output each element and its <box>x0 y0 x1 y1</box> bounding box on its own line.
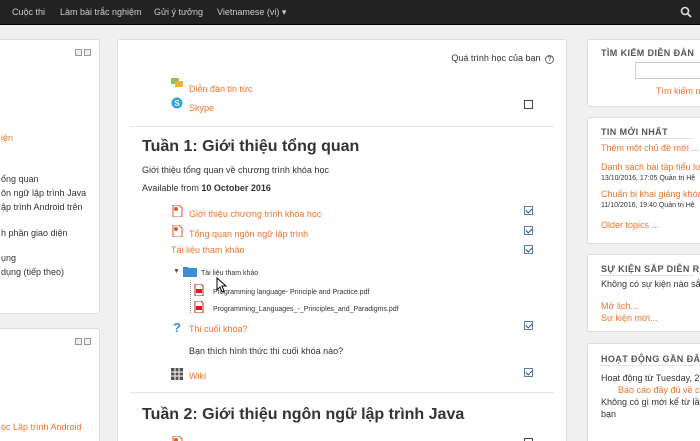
completion-checkbox[interactable] <box>524 368 533 377</box>
collapse-block-icon[interactable] <box>75 338 82 345</box>
older-topics-link[interactable]: Older topics ... <box>601 220 659 230</box>
course-content: Quá trình học của bạn ? Diễn đàn tin tức… <box>117 39 567 441</box>
block-title: SỰ KIỆN SẮP DIỄN RA <box>601 264 700 274</box>
completion-checkbox[interactable] <box>524 206 533 215</box>
left-nav-item[interactable]: dụng (tiếp theo) <box>1 267 64 277</box>
news-post-meta: 11/10/2016, 19:40 Quản trị Hệ <box>601 202 695 209</box>
block-title: TÌM KIẾM DIỄN ĐÀN <box>601 48 695 58</box>
left-nav-item[interactable]: ôn ngữ lập trình Java <box>1 188 86 198</box>
tree-expand-icon[interactable]: ▼ <box>173 268 180 275</box>
week2-title: Tuần 2: Giới thiệu ngôn ngữ lập trình Ja… <box>142 406 465 423</box>
left-nav-item[interactable]: ập trình Android trên <box>1 202 83 212</box>
nav-contest[interactable]: Cuộc thi <box>12 7 45 17</box>
svg-text:?: ? <box>173 321 181 333</box>
completion-checkbox[interactable] <box>524 226 533 235</box>
page-resource-icon <box>172 436 183 441</box>
dock-block-icon[interactable] <box>84 338 91 345</box>
completion-checkbox[interactable] <box>524 100 533 109</box>
svg-text:S: S <box>174 99 180 108</box>
block-title: HOẠT ĐỘNG GẦN ĐÂY <box>601 354 700 364</box>
block-divider <box>600 275 694 276</box>
page-resource-icon <box>172 225 183 237</box>
nav-language-menu[interactable]: Vietnamese (vi) ▾ <box>217 7 286 18</box>
dock-block-icon[interactable] <box>84 49 91 56</box>
week1-summary: Giới thiệu tổng quan về chương trình khó… <box>142 165 329 175</box>
progress-label: Quá trình học của bạn ? <box>451 53 554 64</box>
pdf-icon <box>194 284 204 296</box>
recent-activity-block: HOẠT ĐỘNG GẦN ĐÂY Hoạt động từ Tuesday, … <box>587 343 700 441</box>
upcoming-events-block: SỰ KIỆN SẮP DIỄN RA Không có sự kiện nào… <box>587 254 700 332</box>
activity-link[interactable]: Tổng quan ngôn ngữ lập trình <box>189 229 308 239</box>
folder-label[interactable]: Tài liệu tham khảo <box>201 270 258 277</box>
top-navbar: Cuộc thi Làm bài trắc nghiệm Gửi ý tưởng… <box>0 0 700 25</box>
news-post-title[interactable]: Chuẩn bị khai giảng khóa lớ <box>601 189 700 199</box>
file-link[interactable]: Programming_Languages_-_Principles_and_P… <box>213 306 399 313</box>
skype-icon: S <box>171 97 183 109</box>
news-post-title[interactable]: Danh sách bài tập tiểu luận <box>601 162 700 172</box>
left-nav-item[interactable]: ụng <box>1 253 16 263</box>
block-divider <box>600 138 694 139</box>
open-calendar-link[interactable]: Mở lịch... <box>601 301 638 311</box>
question-icon: ? <box>173 321 181 333</box>
file-link[interactable]: Programming language- Principle and Prac… <box>213 289 369 296</box>
completion-checkbox[interactable] <box>524 321 533 330</box>
search-icon[interactable] <box>680 6 692 18</box>
left-nav-link[interactable]: iện <box>1 133 13 143</box>
week1-availability: Available from 10 October 2016 <box>142 183 271 193</box>
news-forum-link[interactable]: Diễn đàn tin tức <box>189 84 253 94</box>
news-post-meta: 13/10/2016, 17:05 Quản trị Hệ <box>601 175 696 182</box>
forum-icon <box>171 78 183 87</box>
block-divider <box>600 365 694 366</box>
nav-ideas[interactable]: Gửi ý tưởng <box>154 7 203 17</box>
activity-link[interactable]: Tài liệu tham khảo <box>171 245 245 255</box>
week1-title: Tuần 1: Giới thiệu tổng quan <box>142 138 360 155</box>
help-icon[interactable]: ? <box>545 55 554 64</box>
left-lower-block: ọc Lập trình Android <box>0 328 100 441</box>
new-event-link[interactable]: Sự kiện mới... <box>601 313 657 323</box>
choice-description: Bạn thích hình thức thi cuối khóa nào? <box>189 346 344 356</box>
activity-link[interactable]: Giới thiệu chương trình khóa học <box>189 209 321 219</box>
forum-search-input[interactable] <box>635 62 700 79</box>
nav-quiz[interactable]: Làm bài trắc nghiệm <box>60 7 142 17</box>
full-report-link[interactable]: Báo cáo đầy đủ về các <box>618 385 700 395</box>
block-title: TIN MỚI NHẤT <box>601 127 668 137</box>
choice-activity-link[interactable]: Thi cuối khóa? <box>189 324 248 334</box>
skype-link[interactable]: Skype <box>189 103 214 113</box>
section-divider <box>130 392 554 393</box>
wiki-icon <box>171 368 183 380</box>
nothing-new-text-cont: bạn <box>601 409 617 419</box>
left-nav-item[interactable]: h phần giao diện <box>1 228 68 238</box>
nothing-new-text: Không có gì mới kể từ lần c <box>601 397 700 407</box>
completion-checkbox[interactable] <box>524 245 533 254</box>
pdf-icon <box>194 301 204 313</box>
latest-news-block: TIN MỚI NHẤT Thêm một chủ đề mới ... Dan… <box>587 117 700 244</box>
left-course-link[interactable]: ọc Lập trình Android <box>1 422 82 432</box>
advanced-search-link[interactable]: Tìm kiếm n <box>656 86 700 96</box>
section-divider <box>130 126 554 127</box>
search-forums-block: TÌM KIẾM DIỄN ĐÀN Tìm kiếm n <box>587 39 700 107</box>
wiki-link[interactable]: Wiki <box>189 371 206 381</box>
activity-since: Hoạt động từ Tuesday, 27 l <box>601 373 700 383</box>
no-events-text: Không có sự kiện nào sắp <box>601 279 700 289</box>
left-nav-item[interactable]: ổng quan <box>1 174 39 184</box>
tree-line <box>190 280 191 313</box>
collapse-block-icon[interactable] <box>75 49 82 56</box>
add-topic-link[interactable]: Thêm một chủ đề mới ... <box>601 143 699 153</box>
mouse-cursor-icon <box>216 277 227 293</box>
folder-icon <box>183 267 197 277</box>
page-resource-icon <box>172 205 183 217</box>
left-course-nav-block: iện ổng quan ôn ngữ lập trình Java ập tr… <box>0 39 100 314</box>
